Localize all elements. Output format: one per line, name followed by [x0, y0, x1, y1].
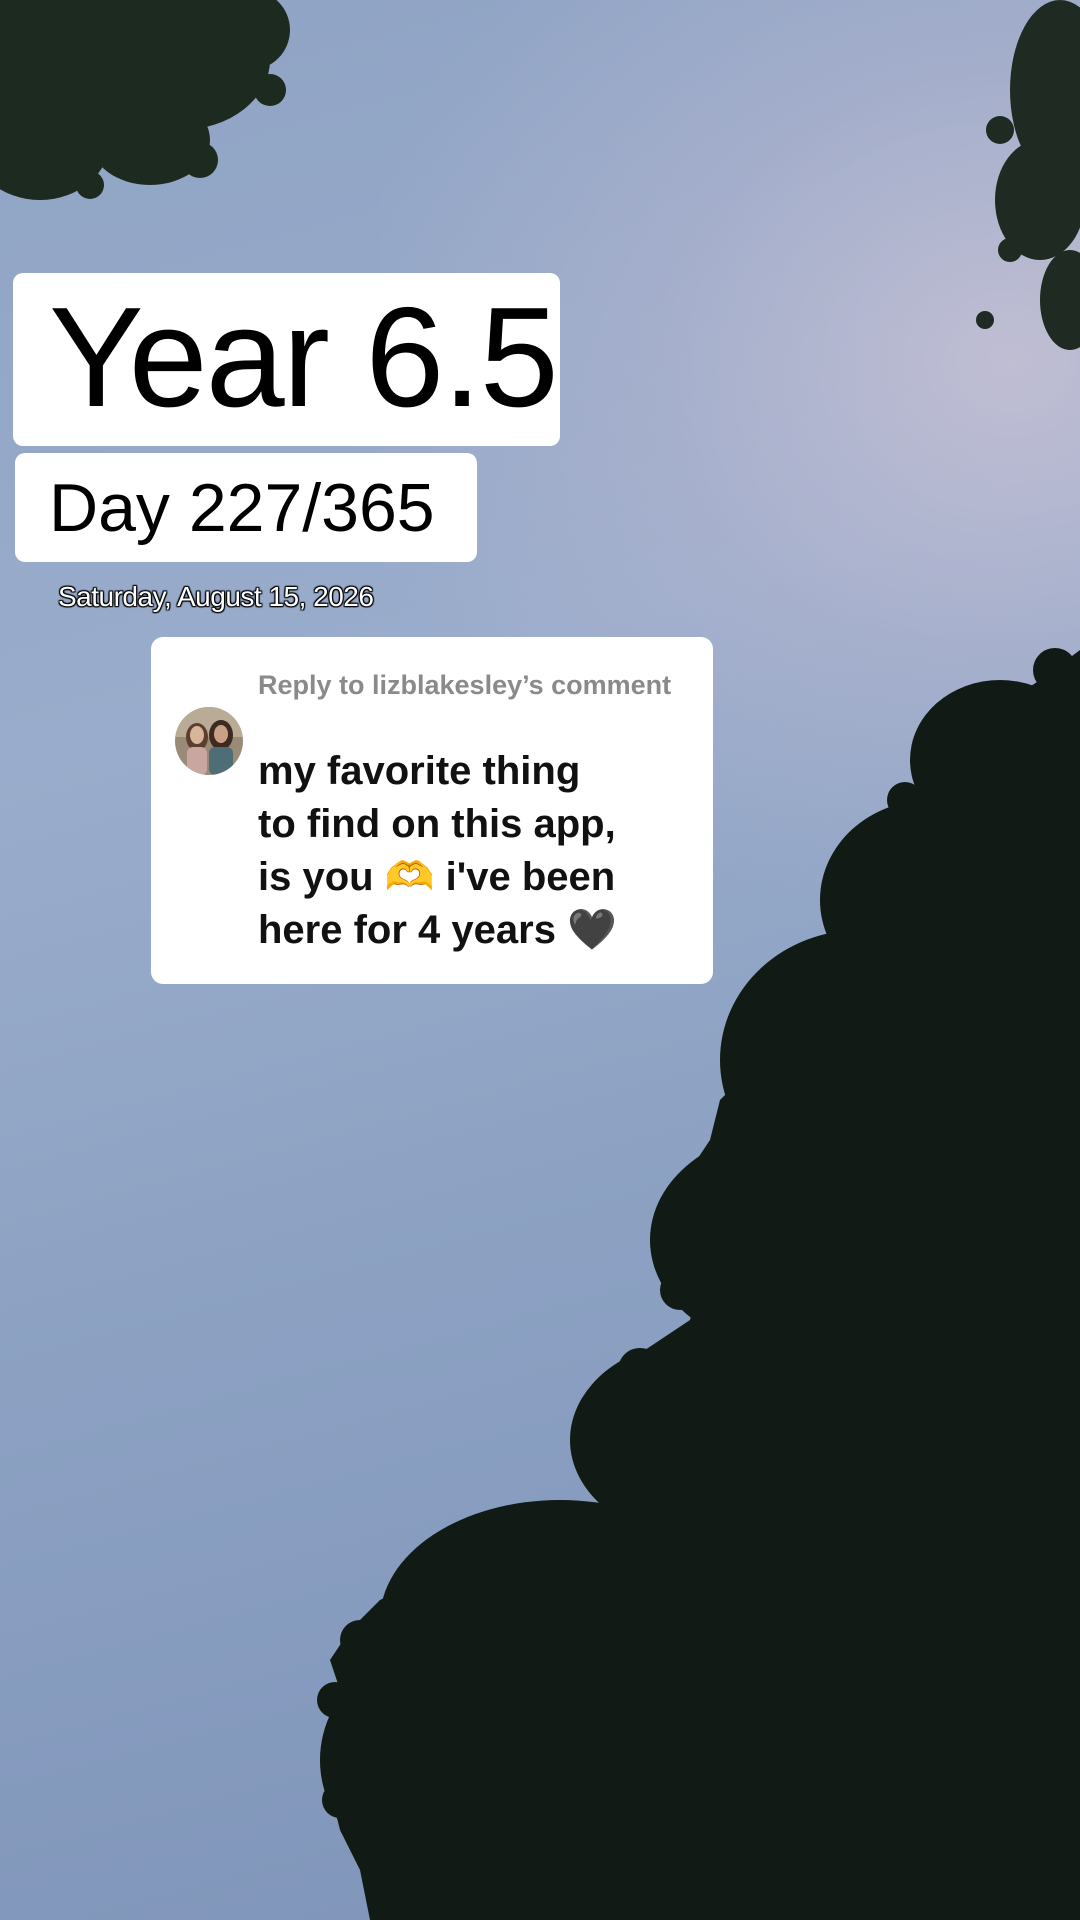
comment-line: is you 🫶 i've been	[258, 851, 698, 904]
comment-line: here for 4 years 🖤	[258, 904, 698, 957]
heart-hands-icon: 🫶	[384, 854, 435, 900]
comment-fragment: here for 4 years	[258, 908, 568, 952]
year-title: Year 6.5	[49, 278, 559, 437]
comment-fragment: is you	[258, 855, 385, 899]
commenter-avatar[interactable]	[175, 707, 243, 775]
video-background: Year 6.5 Day 227/365 Saturday, August 15…	[0, 0, 1080, 1920]
comment-line: my favorite thing	[258, 749, 581, 793]
comment-fragment: i've been	[434, 855, 616, 899]
comment-reply-bubble[interactable]: Reply to lizblakesley’s comment my favor…	[151, 637, 713, 984]
comment-text: my favorite thing to find on this app, i…	[258, 745, 698, 957]
top-left-foliage	[0, 0, 290, 200]
black-heart-icon: 🖤	[567, 907, 617, 953]
day-counter: Day 227/365	[49, 470, 435, 546]
date-label: Saturday, August 15, 2026	[58, 581, 374, 612]
year-title-box: Year 6.5	[13, 273, 560, 446]
top-right-foliage	[976, 0, 1080, 350]
reply-to-label: Reply to lizblakesley’s comment	[258, 670, 672, 700]
comment-line: to find on this app,	[258, 802, 616, 846]
avatar-image	[175, 707, 243, 775]
day-counter-box: Day 227/365	[15, 453, 477, 562]
